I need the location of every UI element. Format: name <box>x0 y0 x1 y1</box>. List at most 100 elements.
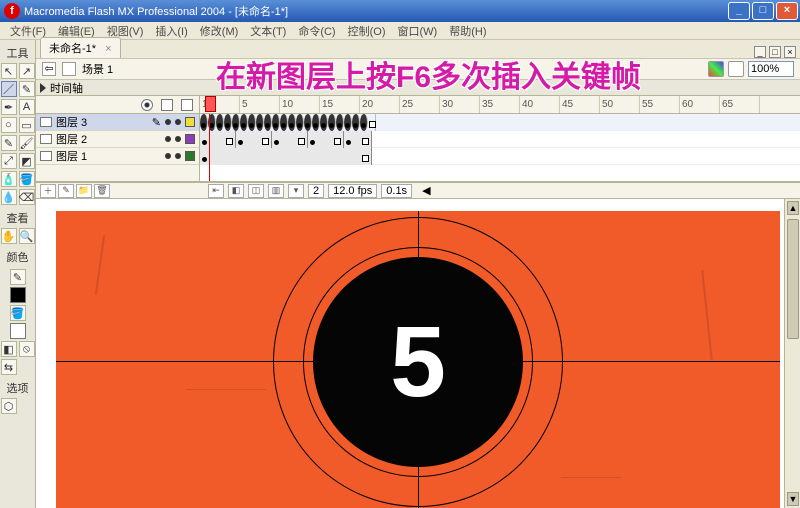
text-tool[interactable]: A <box>19 99 35 115</box>
minimize-button[interactable]: _ <box>728 2 750 20</box>
frame-span[interactable] <box>272 131 308 148</box>
hand-tool[interactable]: ✋ <box>1 228 17 244</box>
keyframe[interactable] <box>216 114 224 131</box>
onion-skin-button[interactable]: ◧ <box>228 184 244 198</box>
keyframe[interactable] <box>248 114 256 131</box>
layer-name[interactable]: 图层 1 <box>56 148 161 164</box>
stroke-color-icon[interactable]: ✎ <box>10 269 26 285</box>
timeline-header[interactable]: 时间轴 <box>36 80 800 96</box>
subselect-tool[interactable]: ↗ <box>19 63 35 79</box>
layer-name[interactable]: 图层 3 <box>56 114 148 130</box>
ruler-tick[interactable]: 65 <box>720 96 760 113</box>
no-color-button[interactable]: ⦸ <box>19 341 35 357</box>
eyedropper-tool[interactable]: 💧 <box>1 189 17 205</box>
layer-visibility[interactable] <box>165 119 171 125</box>
layer-lock[interactable] <box>175 153 181 159</box>
ruler-tick[interactable]: 45 <box>560 96 600 113</box>
new-folder-button[interactable]: 📁 <box>76 184 92 198</box>
keyframe[interactable] <box>240 114 248 131</box>
menu-text[interactable]: 文本(T) <box>246 22 290 40</box>
keyframe[interactable] <box>232 114 240 131</box>
modify-onion-markers-button[interactable]: ▾ <box>288 184 304 198</box>
ruler-tick[interactable]: 35 <box>480 96 520 113</box>
ink-bottle-tool[interactable]: 🧴 <box>1 171 17 187</box>
maximize-button[interactable]: □ <box>752 2 774 20</box>
keyframe[interactable] <box>264 114 272 131</box>
mdi-restore-button[interactable]: □ <box>769 46 781 58</box>
edit-symbol-icon[interactable] <box>728 61 744 77</box>
ruler-tick[interactable]: 50 <box>600 96 640 113</box>
frame-ruler[interactable]: 15101520253035404550556065 <box>200 96 800 114</box>
outline-column-icon[interactable] <box>181 99 193 111</box>
keyframe[interactable] <box>304 114 312 131</box>
scroll-down-button[interactable]: ▼ <box>787 492 799 506</box>
frame-span[interactable] <box>236 131 272 148</box>
stroke-color-swatch[interactable] <box>10 287 26 303</box>
ruler-tick[interactable]: 10 <box>280 96 320 113</box>
scene-name[interactable]: 场景 1 <box>82 61 113 77</box>
keyframe[interactable] <box>352 114 360 131</box>
track-layer-1[interactable] <box>200 148 800 165</box>
keyframe[interactable] <box>200 114 208 131</box>
eraser-tool[interactable]: ⌫ <box>19 189 35 205</box>
layer-visibility[interactable] <box>165 153 171 159</box>
lock-column-icon[interactable] <box>161 99 173 111</box>
keyframe[interactable] <box>224 114 232 131</box>
center-frame-button[interactable]: ⇤ <box>208 184 224 198</box>
layer-row-3[interactable]: 图层 3 ✎ <box>36 114 199 131</box>
stage-canvas[interactable]: 5 <box>56 211 780 508</box>
ruler-tick[interactable]: 15 <box>320 96 360 113</box>
vertical-scrollbar[interactable]: ▲ ▼ <box>784 199 800 508</box>
ruler-tick[interactable]: 20 <box>360 96 400 113</box>
document-tab-close[interactable]: × <box>105 43 111 55</box>
frame-rate-field[interactable]: 12.0 fps <box>328 184 377 198</box>
layer-outline-color[interactable] <box>185 151 195 161</box>
scroll-thumb[interactable] <box>787 219 799 339</box>
layer-outline-color[interactable] <box>185 134 195 144</box>
stage-viewport[interactable]: 5 ▲ ▼ <box>36 198 800 508</box>
track-layer-2[interactable] <box>200 131 800 148</box>
menu-control[interactable]: 控制(O) <box>344 22 390 40</box>
onion-skin-outline-button[interactable]: ◫ <box>248 184 264 198</box>
keyframe[interactable] <box>280 114 288 131</box>
fill-transform-tool[interactable]: ◩ <box>19 153 35 169</box>
fill-color-icon[interactable]: 🪣 <box>10 305 26 321</box>
pen-tool[interactable]: ✒ <box>1 99 17 115</box>
keyframe[interactable] <box>368 114 376 131</box>
ruler-tick[interactable]: 5 <box>240 96 280 113</box>
layer-row-2[interactable]: 图层 2 <box>36 131 199 148</box>
new-guide-layer-button[interactable]: ✎ <box>58 184 74 198</box>
tracks-area[interactable] <box>200 114 800 181</box>
ruler-tick[interactable]: 30 <box>440 96 480 113</box>
frame-span[interactable] <box>344 131 372 148</box>
oval-tool[interactable]: ○ <box>1 117 17 133</box>
layer-outline-color[interactable] <box>185 117 195 127</box>
menu-window[interactable]: 窗口(W) <box>394 22 442 40</box>
scene-back-button[interactable]: ⇦ <box>42 62 56 76</box>
layer-lock[interactable] <box>175 136 181 142</box>
frame-span[interactable] <box>200 131 236 148</box>
track-layer-3[interactable] <box>200 114 800 131</box>
layer-lock[interactable] <box>175 119 181 125</box>
ruler-tick[interactable]: 55 <box>640 96 680 113</box>
keyframe[interactable] <box>344 114 352 131</box>
mdi-close-button[interactable]: × <box>784 46 796 58</box>
close-button[interactable]: × <box>776 2 798 20</box>
edit-scene-icon[interactable] <box>708 61 724 77</box>
menu-commands[interactable]: 命令(C) <box>294 22 339 40</box>
fill-color-swatch[interactable] <box>10 323 26 339</box>
paint-bucket-tool[interactable]: 🪣 <box>19 171 35 187</box>
timeline-collapse-icon[interactable] <box>40 83 46 93</box>
scroll-up-button[interactable]: ▲ <box>787 201 799 215</box>
playhead[interactable] <box>209 114 210 181</box>
delete-layer-button[interactable]: 🗑 <box>94 184 110 198</box>
layer-row-1[interactable]: 图层 1 <box>36 148 199 165</box>
line-tool[interactable]: ／ <box>1 81 17 97</box>
keyframe[interactable] <box>360 114 368 131</box>
free-transform-tool[interactable]: ⤢ <box>1 153 17 169</box>
zoom-input[interactable] <box>748 61 794 77</box>
menu-modify[interactable]: 修改(M) <box>196 22 243 40</box>
pencil-tool[interactable]: ✎ <box>1 135 17 151</box>
rect-tool[interactable]: ▭ <box>19 117 35 133</box>
menu-insert[interactable]: 插入(I) <box>151 22 191 40</box>
